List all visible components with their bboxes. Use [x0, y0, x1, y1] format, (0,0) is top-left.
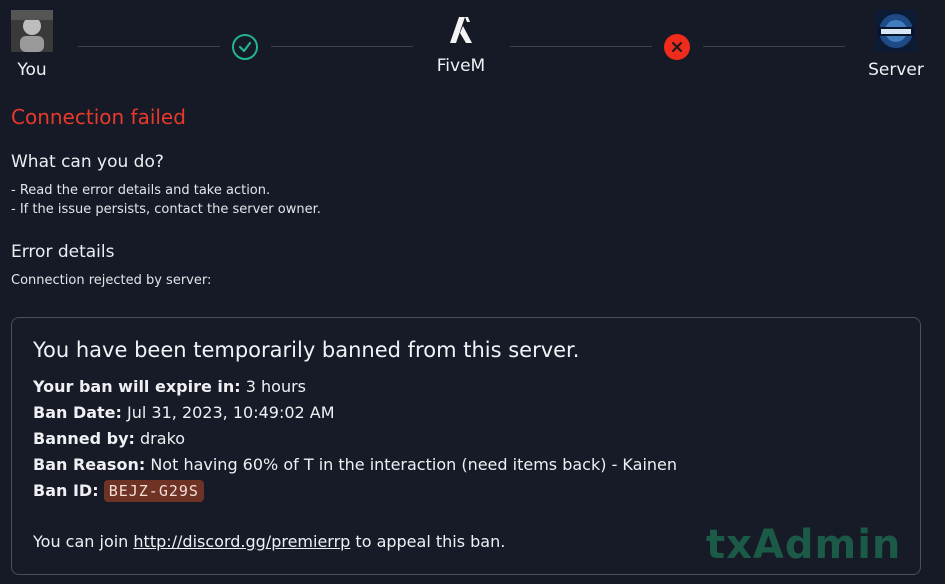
ban-message-box: You have been temporarily banned from th…	[11, 317, 921, 575]
ban-id-badge[interactable]: BEJZ-G29S	[103, 480, 204, 502]
ban-title: You have been temporarily banned from th…	[33, 338, 580, 362]
progress-fivem-label: FiveM	[436, 56, 486, 76]
ban-details: Your ban will expire in: 3 hours Ban Dat…	[33, 374, 677, 504]
ban-id-row: Ban ID: BEJZ-G29S	[33, 478, 677, 504]
ban-date-value: Jul 31, 2023, 10:49:02 AM	[121, 403, 335, 422]
list-item: - Read the error details and take action…	[11, 183, 271, 198]
ban-expire-row: Your ban will expire in: 3 hours	[33, 374, 677, 400]
progress-line	[271, 46, 413, 47]
ban-expire-label: Your ban will expire in:	[33, 377, 241, 396]
error-details-text: Connection rejected by server:	[11, 273, 212, 288]
progress-server: Server	[864, 10, 928, 80]
ban-reason-row: Ban Reason: Not having 60% of T in the i…	[33, 452, 677, 478]
check-circle-icon	[232, 34, 258, 60]
ban-reason-value: Not having 60% of T in the interaction (…	[145, 455, 678, 474]
what-to-do-heading: What can you do?	[11, 152, 164, 172]
what-to-do-list: - Read the error details and take action…	[11, 181, 321, 219]
progress-line	[78, 46, 220, 47]
ban-reason-label: Ban Reason:	[33, 455, 146, 474]
fivem-logo-icon	[450, 17, 472, 43]
appeal-text: You can join http://discord.gg/premierrp…	[33, 532, 505, 551]
user-avatar	[11, 10, 53, 52]
appeal-prefix: You can join	[33, 532, 134, 551]
server-logo-icon	[875, 10, 917, 52]
ban-date-row: Ban Date: Jul 31, 2023, 10:49:02 AM	[33, 400, 677, 426]
banned-by-label: Banned by:	[33, 429, 135, 448]
progress-fivem: FiveM	[428, 16, 494, 76]
appeal-suffix: to appeal this ban.	[350, 532, 506, 551]
ban-date-label: Ban Date:	[33, 403, 122, 422]
connection-status-title: Connection failed	[11, 105, 186, 129]
ban-expire-value: 3 hours	[240, 377, 307, 396]
banned-by-value: drako	[134, 429, 186, 448]
progress-line	[510, 46, 652, 47]
progress-line	[703, 46, 845, 47]
progress-server-label: Server	[868, 60, 924, 80]
error-details-heading: Error details	[11, 242, 115, 262]
discord-appeal-link[interactable]: http://discord.gg/premierrp	[133, 532, 350, 551]
progress-you: You	[9, 10, 55, 80]
banned-by-row: Banned by: drako	[33, 426, 677, 452]
progress-you-label: You	[17, 60, 47, 80]
list-item: - If the issue persists, contact the ser…	[11, 202, 321, 217]
ban-id-label: Ban ID:	[33, 481, 99, 500]
error-circle-icon	[664, 34, 690, 60]
txadmin-watermark: txAdmin	[706, 522, 902, 568]
